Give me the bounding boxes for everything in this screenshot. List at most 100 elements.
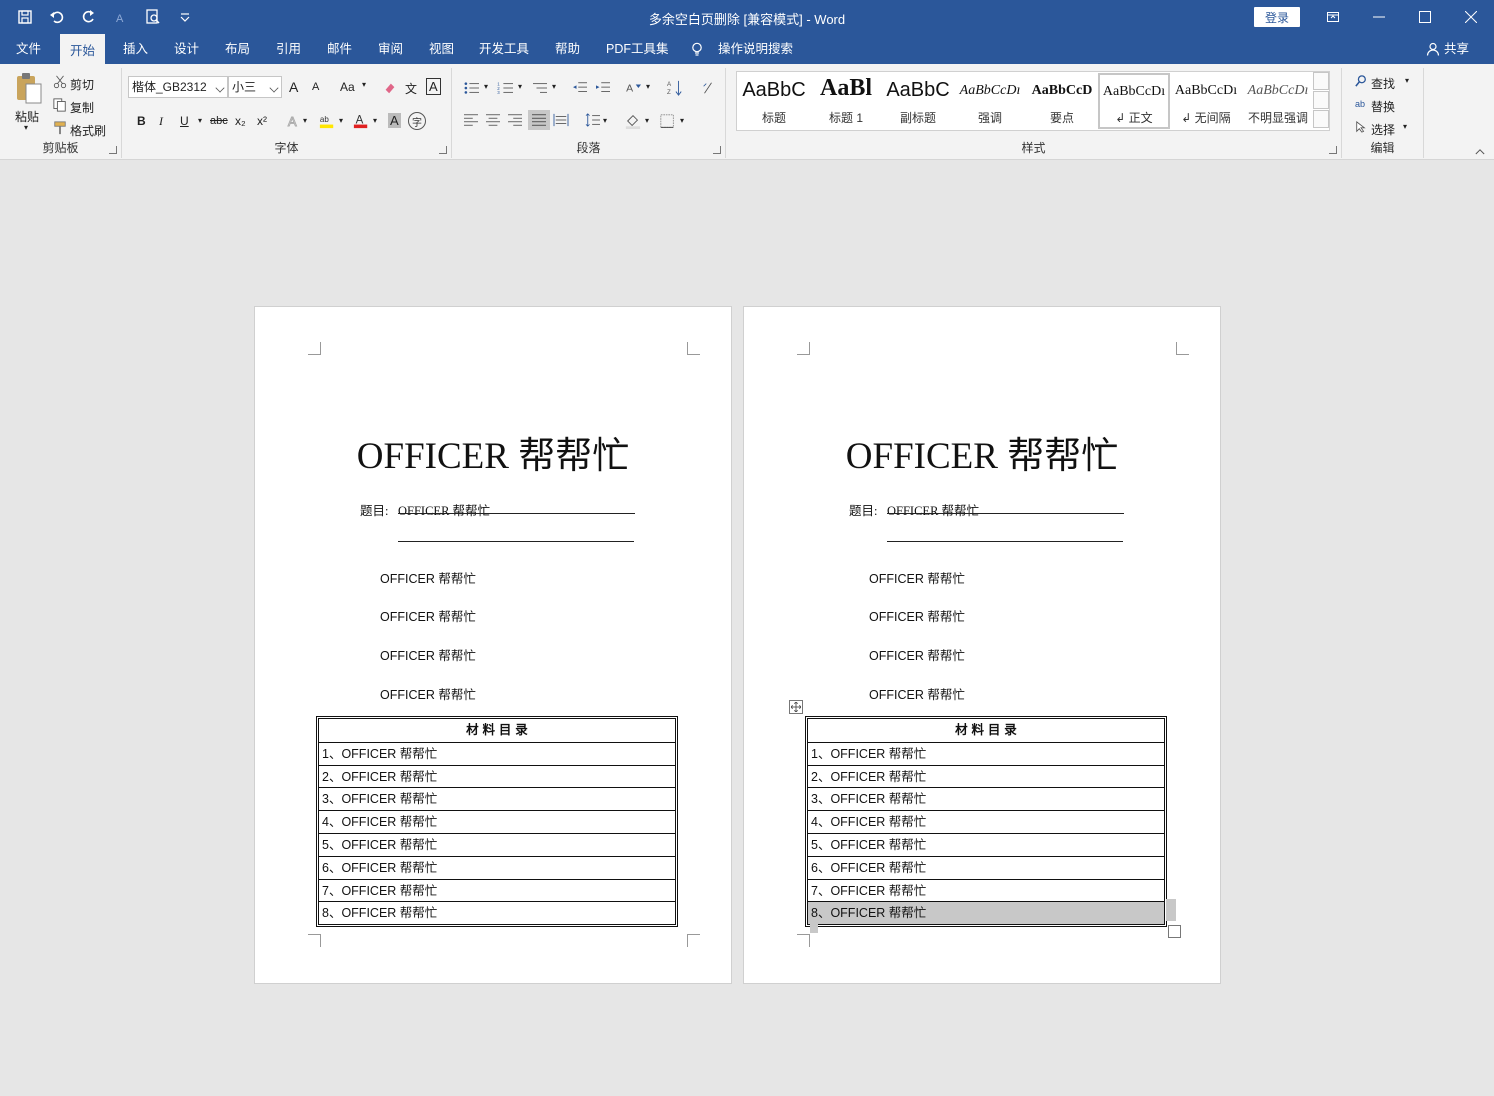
align-left-icon[interactable] — [462, 112, 480, 128]
tab-design[interactable]: 设计 — [164, 34, 209, 64]
paragraph-launcher-icon[interactable] — [713, 146, 721, 154]
collapse-ribbon-icon[interactable] — [1474, 146, 1486, 156]
scissors-icon[interactable] — [52, 74, 68, 90]
multilevel-dropdown-icon[interactable]: ▾ — [552, 82, 556, 91]
decrease-indent-icon[interactable] — [570, 80, 590, 96]
multilevel-list-icon[interactable] — [530, 80, 550, 96]
print-preview-icon[interactable] — [142, 6, 164, 28]
table-row[interactable]: 3、OFFICER 帮帮忙 — [319, 787, 675, 810]
paste-dropdown-icon[interactable]: ▾ — [24, 123, 28, 132]
customize-qat-icon[interactable] — [174, 6, 196, 28]
body-paragraph[interactable]: OFFICER 帮帮忙 — [869, 568, 965, 587]
find-button[interactable]: 查找 — [1371, 75, 1395, 92]
format-painter-button[interactable]: 格式刷 — [70, 122, 106, 139]
grow-font-icon[interactable]: A — [289, 79, 298, 95]
character-border-icon[interactable]: A — [426, 78, 441, 95]
tab-help[interactable]: 帮助 — [545, 34, 590, 64]
table-row[interactable]: 2、OFFICER 帮帮忙 — [808, 764, 1164, 788]
table-row-selected[interactable]: 8、OFFICER 帮帮忙 — [808, 901, 1164, 925]
styles-scroll-up-icon[interactable] — [1313, 72, 1329, 90]
body-paragraph[interactable]: OFFICER 帮帮忙 — [380, 684, 476, 703]
phonetic-guide-icon[interactable]: 文 — [405, 80, 417, 97]
change-case-dropdown-icon[interactable]: ▾ — [362, 80, 366, 89]
shading-icon[interactable] — [624, 112, 642, 130]
ribbon-display-options-icon[interactable] — [1310, 0, 1356, 34]
tab-mailings[interactable]: 邮件 — [317, 34, 362, 64]
increase-indent-icon[interactable] — [593, 80, 613, 96]
superscript-button[interactable]: x² — [257, 114, 267, 128]
maximize-icon[interactable] — [1402, 0, 1448, 34]
subject-label[interactable]: 题目: — [849, 500, 877, 519]
body-paragraph[interactable]: OFFICER 帮帮忙 — [380, 645, 476, 664]
line-spacing-icon[interactable] — [584, 112, 602, 128]
justify-icon[interactable] — [528, 110, 550, 130]
subscript-button[interactable]: x₂ — [235, 114, 246, 128]
body-paragraph[interactable]: OFFICER 帮帮忙 — [869, 606, 965, 625]
tab-references[interactable]: 引用 — [266, 34, 311, 64]
table-row[interactable]: 6、OFFICER 帮帮忙 — [319, 855, 675, 879]
align-center-icon[interactable] — [484, 112, 502, 128]
style-normal[interactable]: AaBbCcDı ↲ 正文 — [1098, 73, 1170, 129]
document-page-2[interactable]: OFFICER 帮帮忙 题目: OFFICER 帮帮忙 OFFICER 帮帮忙 … — [743, 306, 1221, 984]
table-row[interactable]: 5、OFFICER 帮帮忙 — [808, 832, 1164, 856]
chinese-layout-icon[interactable]: A — [624, 80, 644, 96]
table-row[interactable]: 7、OFFICER 帮帮忙 — [319, 878, 675, 902]
document-heading[interactable]: OFFICER 帮帮忙 — [744, 425, 1220, 479]
distributed-icon[interactable] — [552, 112, 570, 128]
table-move-handle-icon[interactable] — [789, 700, 803, 714]
style-no-spacing[interactable]: AaBbCcDı ↲ 无间隔 — [1170, 73, 1242, 129]
close-icon[interactable] — [1448, 0, 1494, 34]
copy-icon[interactable] — [52, 97, 68, 113]
tab-insert[interactable]: 插入 — [113, 34, 158, 64]
sort-icon[interactable]: AZ — [666, 78, 684, 98]
paste-icon[interactable] — [14, 72, 44, 106]
find-dropdown-icon[interactable]: ▾ — [1405, 76, 1409, 85]
clipboard-launcher-icon[interactable] — [109, 146, 117, 154]
body-paragraph[interactable]: OFFICER 帮帮忙 — [380, 568, 476, 587]
body-paragraph[interactable]: OFFICER 帮帮忙 — [869, 684, 965, 703]
table-row[interactable]: 4、OFFICER 帮帮忙 — [319, 810, 675, 833]
font-color-icon[interactable]: A — [352, 112, 370, 130]
font-name-combo[interactable]: 楷体_GB2312 — [128, 76, 228, 98]
style-subtitle[interactable]: AaBbC 副标题 — [882, 73, 954, 129]
table-resize-handle-icon[interactable] — [1168, 925, 1181, 938]
font-size-combo[interactable]: 小三 — [228, 76, 282, 98]
redo-icon[interactable] — [78, 6, 100, 28]
select-button[interactable]: 选择 — [1371, 121, 1395, 138]
style-subtle-emphasis[interactable]: AaBbCcDı 不明显强调 — [1242, 73, 1314, 129]
character-shading-icon[interactable]: A — [388, 113, 401, 128]
tab-review[interactable]: 审阅 — [368, 34, 413, 64]
login-button[interactable]: 登录 — [1254, 7, 1300, 27]
table-row[interactable]: 6、OFFICER 帮帮忙 — [808, 855, 1164, 879]
body-paragraph[interactable]: OFFICER 帮帮忙 — [869, 645, 965, 664]
share-button[interactable]: 共享 — [1426, 34, 1469, 64]
style-strong[interactable]: AaBbCcD 要点 — [1026, 73, 1098, 129]
text-effects-icon[interactable]: A — [285, 112, 301, 130]
table-header[interactable]: 材 料 目 录 — [319, 719, 675, 742]
font-launcher-icon[interactable] — [439, 146, 447, 154]
bold-button[interactable]: B — [137, 114, 146, 128]
document-page-1[interactable]: OFFICER 帮帮忙 题目: OFFICER 帮帮忙 OFFICER 帮帮忙 … — [254, 306, 732, 984]
style-title[interactable]: AaBbC 标题 — [738, 73, 810, 129]
tab-layout[interactable]: 布局 — [215, 34, 260, 64]
cut-button[interactable]: 剪切 — [70, 76, 94, 93]
replace-icon[interactable]: ab — [1352, 96, 1368, 112]
tab-view[interactable]: 视图 — [419, 34, 464, 64]
subject-value[interactable]: OFFICER 帮帮忙 — [398, 500, 490, 519]
table-row[interactable]: 3、OFFICER 帮帮忙 — [808, 787, 1164, 810]
enclose-characters-icon[interactable]: 字 — [408, 112, 426, 130]
align-right-icon[interactable] — [506, 112, 524, 128]
materials-table[interactable]: 材 料 目 录 1、OFFICER 帮帮忙 2、OFFICER 帮帮忙 3、OF… — [316, 716, 678, 928]
underline-dropdown-icon[interactable]: ▾ — [198, 116, 202, 125]
numbering-icon[interactable]: 123 — [496, 80, 516, 96]
show-marks-icon[interactable] — [700, 80, 716, 96]
save-icon[interactable] — [14, 6, 36, 28]
bullets-dropdown-icon[interactable]: ▾ — [484, 82, 488, 91]
table-row[interactable]: 1、OFFICER 帮帮忙 — [319, 741, 675, 765]
change-case-icon[interactable]: Aa — [340, 80, 355, 94]
minimize-icon[interactable] — [1356, 0, 1402, 34]
subject-label[interactable]: 题目: — [360, 500, 388, 519]
highlight-dropdown-icon[interactable]: ▾ — [339, 116, 343, 125]
numbering-dropdown-icon[interactable]: ▾ — [518, 82, 522, 91]
strikethrough-button[interactable]: abc — [210, 115, 228, 127]
